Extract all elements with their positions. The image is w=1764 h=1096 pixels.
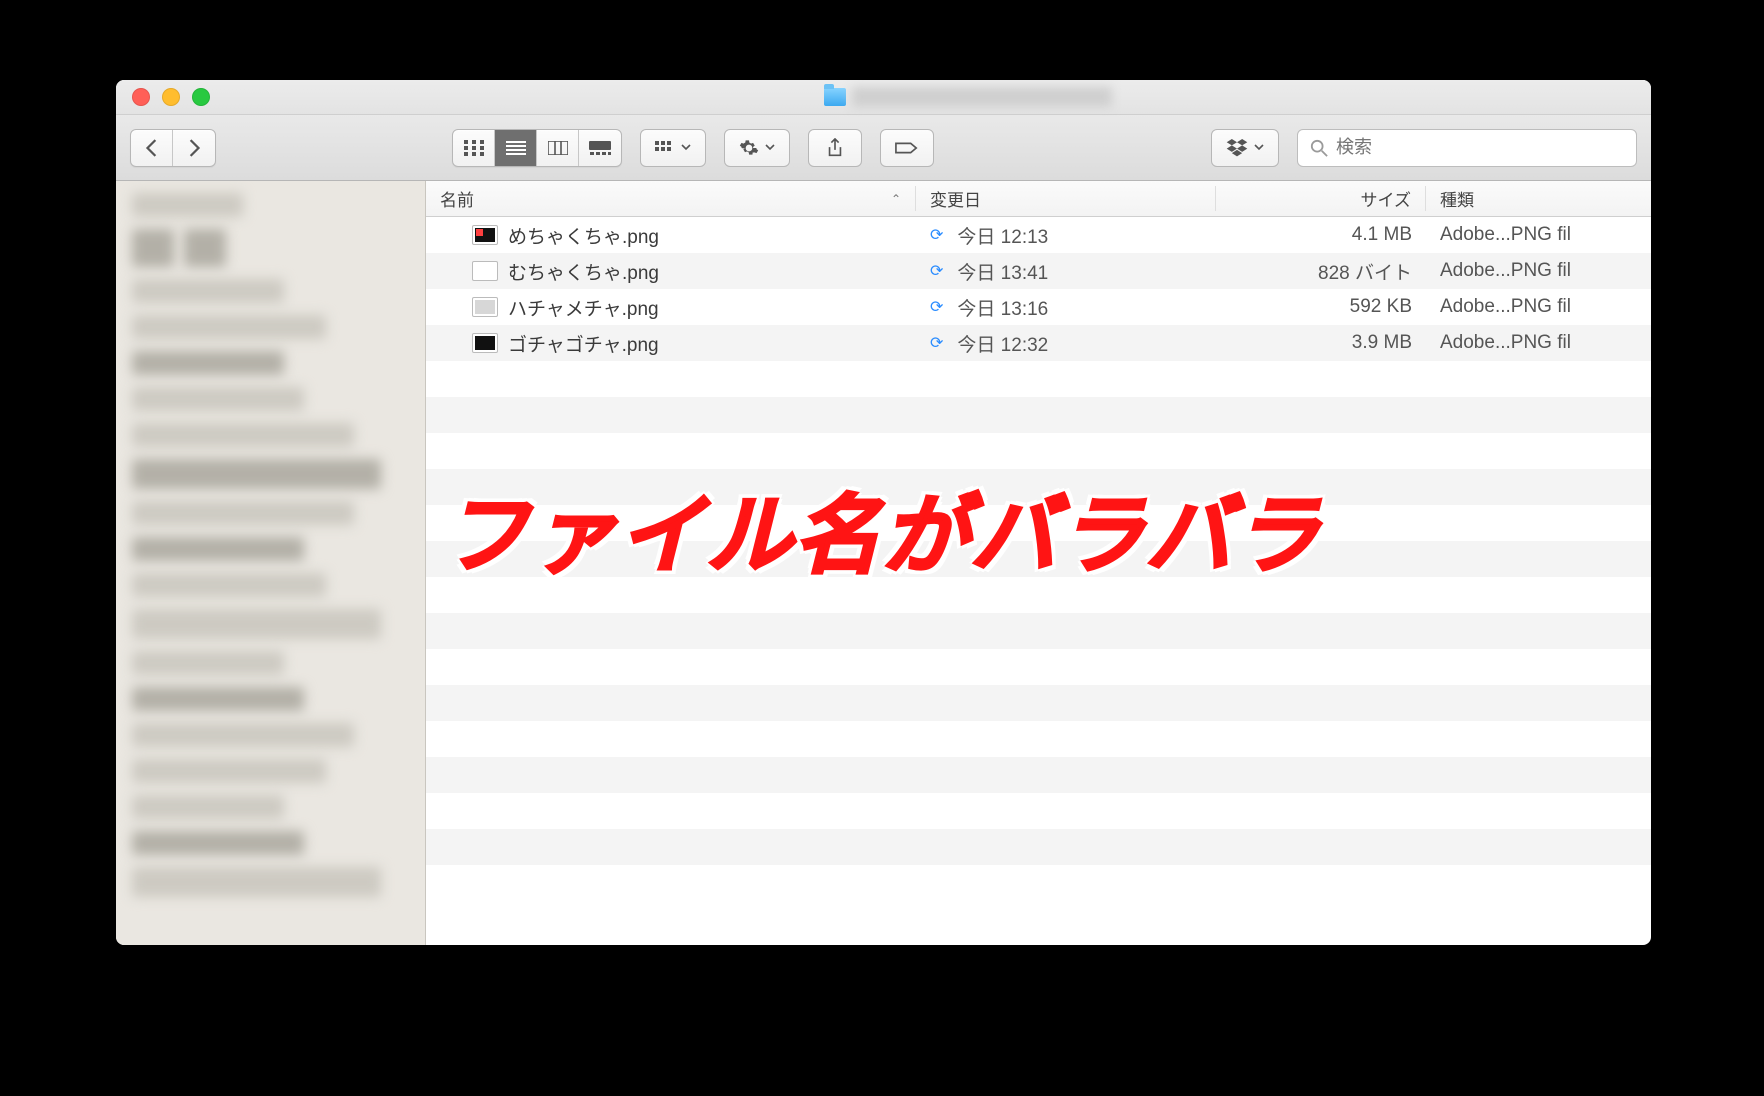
table-row <box>426 865 1651 901</box>
sync-icon: ⟳ <box>930 225 943 245</box>
file-size: 4.1 MB <box>1216 224 1426 246</box>
file-name: ハチャメチャ.png <box>508 294 659 321</box>
dropbox-menu-button[interactable] <box>1211 129 1279 167</box>
file-thumbnail <box>472 297 498 317</box>
file-modified: 今日 12:13 <box>957 222 1048 249</box>
table-row[interactable]: ゴチャゴチャ.png ⟳ 今日 12:32 3.9 MBAdobe...PNG fil <box>426 325 1651 361</box>
column-header-kind[interactable]: 種類 <box>1426 186 1651 211</box>
group-by-button[interactable] <box>640 129 706 167</box>
table-row <box>426 721 1651 757</box>
view-switcher <box>452 129 622 167</box>
table-row[interactable]: めちゃくちゃ.png ⟳ 今日 12:13 4.1 MBAdobe...PNG fil <box>426 217 1651 253</box>
column-view-button[interactable] <box>537 130 579 166</box>
sidebar <box>116 181 426 945</box>
sort-ascending-icon: ⌃ <box>891 192 901 206</box>
file-thumbnail <box>472 225 498 245</box>
table-row <box>426 361 1651 397</box>
share-icon <box>826 138 844 158</box>
minimize-window-button[interactable] <box>162 88 180 106</box>
column-header-name[interactable]: 名前 ⌃ <box>426 186 916 211</box>
column-headers: 名前 ⌃ 変更日 サイズ 種類 <box>426 181 1651 217</box>
toolbar <box>116 115 1651 181</box>
column-header-name-label: 名前 <box>440 186 474 211</box>
table-row[interactable]: ハチャメチャ.png ⟳ 今日 13:16 592 KBAdobe...PNG fil <box>426 289 1651 325</box>
table-row[interactable]: むちゃくちゃ.png ⟳ 今日 13:41 828 バイトAdobe...PNG fi… <box>426 253 1651 289</box>
table-row <box>426 829 1651 865</box>
dropbox-icon <box>1226 139 1248 157</box>
search-icon <box>1310 139 1328 157</box>
file-kind: Adobe...PNG fil <box>1426 260 1651 282</box>
file-thumbnail <box>472 333 498 353</box>
search-input[interactable] <box>1336 137 1624 158</box>
list-view-button[interactable] <box>495 130 537 166</box>
sync-icon: ⟳ <box>930 333 943 353</box>
action-menu-button[interactable] <box>724 129 790 167</box>
icon-view-button[interactable] <box>453 130 495 166</box>
titlebar <box>116 80 1651 115</box>
chevron-down-icon <box>765 144 775 151</box>
file-name: むちゃくちゃ.png <box>508 258 659 285</box>
chevron-down-icon <box>681 144 691 151</box>
column-header-modified-label: 変更日 <box>930 186 981 211</box>
file-thumbnail <box>472 261 498 281</box>
table-row <box>426 397 1651 433</box>
zoom-window-button[interactable] <box>192 88 210 106</box>
table-row <box>426 793 1651 829</box>
column-header-kind-label: 種類 <box>1440 186 1474 211</box>
table-row <box>426 685 1651 721</box>
file-kind: Adobe...PNG fil <box>1426 224 1651 246</box>
tags-button[interactable] <box>880 129 934 167</box>
file-modified: 今日 13:16 <box>957 294 1048 321</box>
file-modified: 今日 12:32 <box>957 330 1048 357</box>
column-header-size[interactable]: サイズ <box>1216 186 1426 211</box>
file-kind: Adobe...PNG fil <box>1426 332 1651 354</box>
file-size: 592 KB <box>1216 296 1426 318</box>
column-header-modified[interactable]: 変更日 <box>916 186 1216 211</box>
table-row <box>426 433 1651 469</box>
forward-button[interactable] <box>173 130 215 166</box>
close-window-button[interactable] <box>132 88 150 106</box>
table-row <box>426 613 1651 649</box>
file-name: めちゃくちゃ.png <box>508 222 659 249</box>
window-title <box>824 87 1112 107</box>
sync-icon: ⟳ <box>930 297 943 317</box>
annotation-overlay-text: ファイル名がバラバラ <box>442 465 1321 590</box>
gallery-view-button[interactable] <box>579 130 621 166</box>
chevron-down-icon <box>1254 144 1264 151</box>
tag-icon <box>895 140 919 156</box>
file-modified: 今日 13:41 <box>957 258 1048 285</box>
file-kind: Adobe...PNG fil <box>1426 296 1651 318</box>
column-header-size-label: サイズ <box>1361 186 1412 211</box>
nav-buttons <box>130 129 216 167</box>
gear-icon <box>739 138 759 158</box>
window-controls <box>116 88 210 106</box>
file-size: 828 バイト <box>1216 258 1426 285</box>
file-size: 3.9 MB <box>1216 332 1426 354</box>
share-button[interactable] <box>808 129 862 167</box>
table-row <box>426 649 1651 685</box>
folder-icon <box>824 88 846 106</box>
window-title-text <box>852 87 1112 107</box>
back-button[interactable] <box>131 130 173 166</box>
search-field[interactable] <box>1297 129 1637 167</box>
table-row <box>426 757 1651 793</box>
sync-icon: ⟳ <box>930 261 943 281</box>
file-name: ゴチャゴチャ.png <box>508 330 659 357</box>
